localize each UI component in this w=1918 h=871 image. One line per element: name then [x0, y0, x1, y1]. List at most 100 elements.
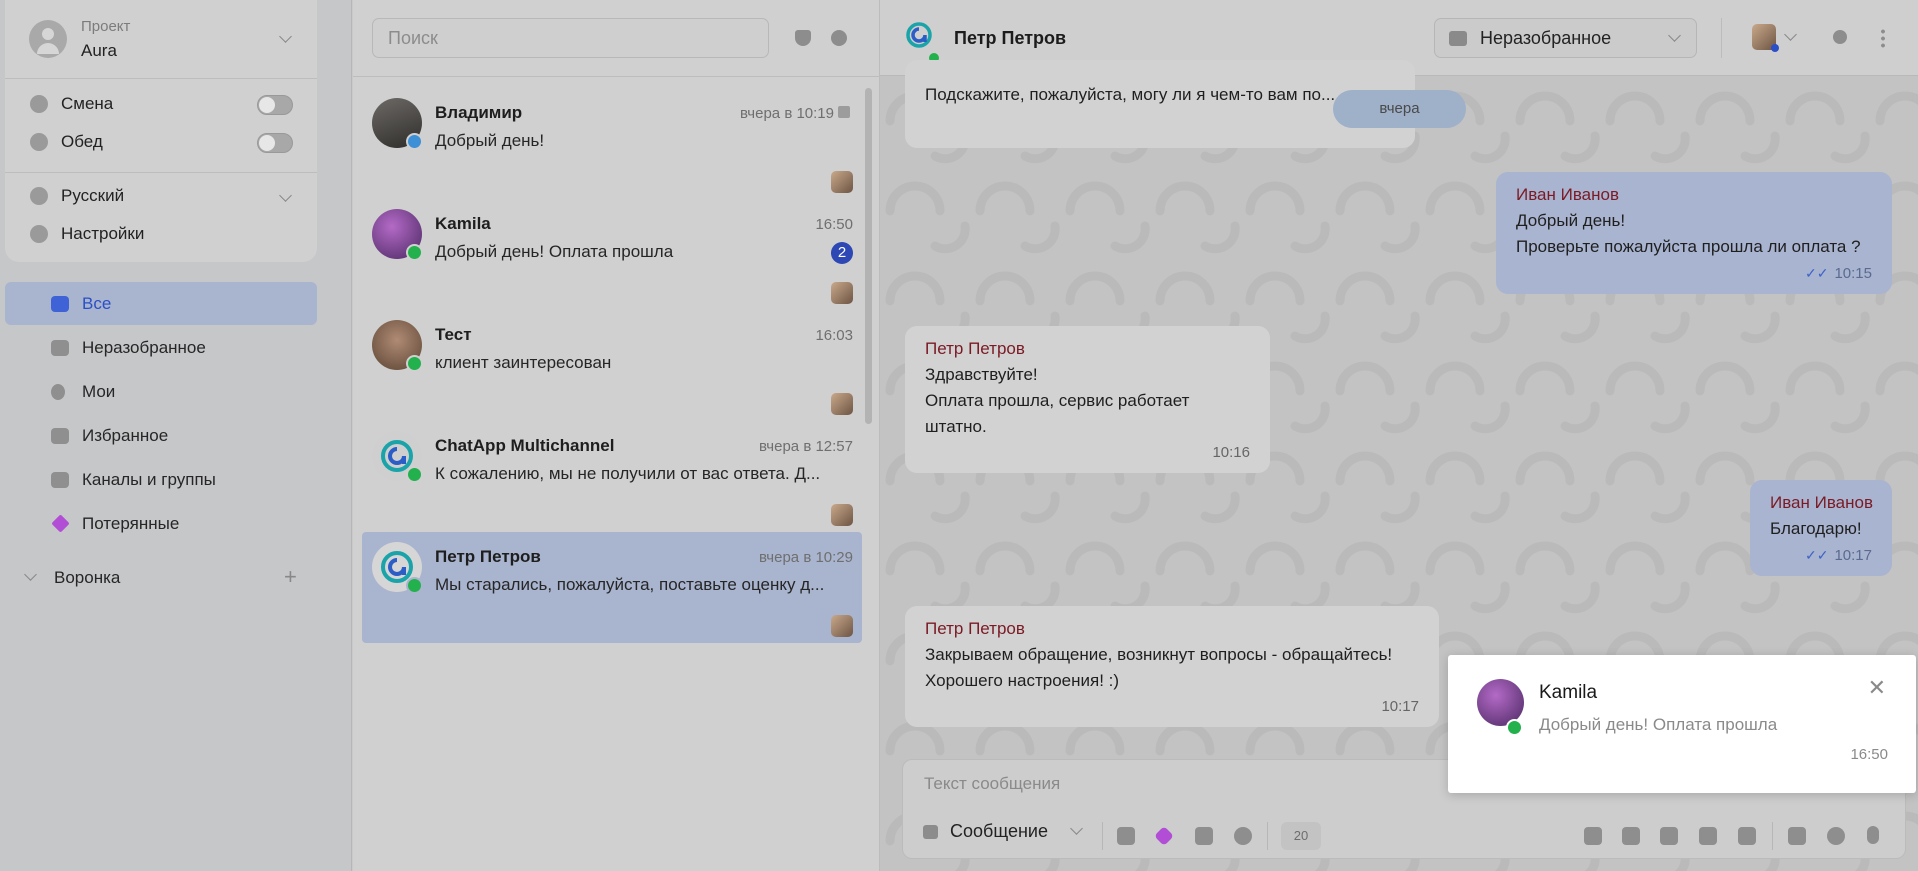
code-icon[interactable]: [1699, 827, 1717, 845]
message-sender: Иван Иванов: [1516, 185, 1620, 204]
notification-message: Добрый день! Оплата прошла: [1539, 715, 1778, 734]
whatsapp-icon: [406, 466, 423, 483]
chevron-down-icon: [1070, 822, 1083, 835]
settings-link[interactable]: Настройки: [30, 224, 144, 244]
chat-time: вчера в 10:29: [759, 549, 853, 566]
nav-label: Потерянные: [82, 513, 180, 533]
more-options-icon[interactable]: [1881, 28, 1885, 48]
chatapp-logo-icon: [906, 22, 932, 48]
assignee-avatar: [831, 393, 853, 415]
italic-icon[interactable]: [1622, 827, 1640, 845]
divider: [1772, 822, 1773, 850]
double-check-icon: ✓✓: [1804, 265, 1829, 281]
globe-icon[interactable]: [1234, 827, 1252, 845]
nav-item-favorites[interactable]: Избранное: [5, 414, 317, 457]
settings-label: Настройки: [61, 224, 145, 243]
message-sender: Петр Петров: [925, 339, 1025, 358]
shift-toggle[interactable]: [257, 95, 293, 115]
message-type-icon: [923, 824, 938, 839]
chat-preview: Добрый день!: [435, 131, 545, 150]
inbox-icon: [1449, 31, 1467, 46]
message-time: 10:16: [1212, 444, 1250, 461]
nav-label: Неразобранное: [82, 337, 206, 357]
close-icon[interactable]: ✕: [1868, 675, 1886, 701]
add-contact-icon[interactable]: [831, 30, 847, 46]
status-select[interactable]: Неразобранное: [1434, 18, 1697, 58]
message-time: 10:17: [1381, 698, 1419, 715]
attachment-icon[interactable]: [1788, 827, 1806, 845]
emoji-icon[interactable]: [1827, 827, 1845, 845]
inbox-icon: [51, 339, 69, 356]
nav-item-all[interactable]: Все: [5, 282, 317, 325]
chevron-down-icon: [279, 30, 292, 43]
assignee-avatar: [831, 504, 853, 526]
nav-item-lost[interactable]: Потерянные: [5, 502, 317, 545]
scrollbar[interactable]: [865, 88, 872, 424]
chat-name: Владимир: [435, 103, 523, 122]
chat-item[interactable]: Kamila 16:50 Добрый день! Оплата прошла …: [362, 199, 862, 310]
message-text: Оплата прошла, сервис работает штатно.: [925, 391, 1190, 436]
chevron-down-icon: [24, 568, 37, 581]
whatsapp-icon: [406, 244, 423, 261]
chat-preview: К сожалению, мы не получили от вас ответ…: [435, 464, 821, 483]
chat-time: вчера в 10:19: [740, 105, 834, 122]
search-input[interactable]: Поиск: [372, 18, 769, 58]
nav-item-unsorted[interactable]: Неразобранное: [5, 326, 317, 369]
filter-icon[interactable]: [795, 30, 811, 46]
hashtag-icon[interactable]: [1195, 827, 1213, 845]
search-icon[interactable]: [1833, 30, 1847, 44]
assignee-avatar: [831, 615, 853, 637]
add-funnel-icon[interactable]: +: [284, 566, 297, 588]
message-text: Благодарю!: [1770, 519, 1862, 538]
chat-preview: Мы старались, пожалуйста, поставьте оцен…: [435, 575, 825, 594]
diamond-icon[interactable]: [1154, 826, 1174, 846]
chat-time: вчера в 12:57: [759, 438, 853, 455]
status-value: Неразобранное: [1480, 28, 1612, 48]
diamond-icon: [51, 514, 70, 533]
notification-sender: Kamila: [1539, 682, 1598, 703]
shift-row: Смена: [30, 94, 113, 114]
whatsapp-icon: [406, 355, 423, 372]
lunch-toggle[interactable]: [257, 133, 293, 153]
language-selector[interactable]: Русский: [30, 186, 295, 206]
message-type-select[interactable]: Сообщение: [923, 821, 1083, 842]
message-type-label: Сообщение: [950, 821, 1048, 841]
chat-name: Тест: [435, 325, 472, 344]
chat-name: ChatApp Multichannel: [435, 436, 615, 455]
chevron-down-icon[interactable]: [1784, 28, 1797, 41]
chat-preview: Добрый день! Оплата прошла: [435, 242, 674, 261]
microphone-icon[interactable]: [1867, 826, 1879, 844]
funnel-label: Воронка: [54, 568, 121, 587]
telegram-icon: [406, 133, 423, 150]
chat-item[interactable]: Владимир вчера в 10:19 Добрый день!: [362, 88, 862, 199]
ai-icon[interactable]: [1117, 827, 1135, 845]
chat-preview: клиент заинтересован: [435, 353, 612, 372]
message-input[interactable]: Текст сообщения: [924, 774, 1060, 794]
project-selector[interactable]: Проект Aura: [25, 14, 300, 64]
chat-item[interactable]: Петр Петров вчера в 10:29 Мы старались, …: [362, 532, 862, 643]
message-text: Здравствуйте!: [925, 365, 1038, 384]
chat-title: Петр Петров: [954, 28, 1067, 48]
funnel-section[interactable]: Воронка +: [22, 565, 302, 591]
message-bubble: Петр Петров Закрываем обращение, возникн…: [905, 606, 1439, 727]
divider: [1721, 18, 1722, 58]
project-name: Aura: [81, 41, 117, 60]
quote-icon[interactable]: [1738, 827, 1756, 845]
nav-item-channels[interactable]: Каналы и группы: [5, 458, 317, 501]
nav-label: Избранное: [82, 425, 169, 445]
chat-item[interactable]: ChatApp Multichannel вчера в 12:57 К сож…: [362, 421, 862, 532]
message-sender: Иван Иванов: [1770, 493, 1874, 512]
message-text: Хорошего настроения! :): [925, 671, 1120, 690]
lunch-label: Обед: [61, 132, 103, 151]
message-sender: Петр Петров: [925, 619, 1025, 638]
notification-toast[interactable]: Kamila Добрый день! Оплата прошла 16:50 …: [1448, 655, 1916, 793]
whatsapp-icon: [1506, 719, 1523, 736]
strikethrough-icon[interactable]: [1660, 827, 1678, 845]
bold-icon[interactable]: [1584, 827, 1602, 845]
language-label: Русский: [61, 186, 125, 205]
gear-icon: [30, 225, 48, 243]
nav-label: Каналы и группы: [82, 469, 216, 489]
clock-icon: [30, 95, 48, 113]
chat-item[interactable]: Тест 16:03 клиент заинтересован: [362, 310, 862, 421]
nav-item-mine[interactable]: Мои: [5, 370, 317, 413]
